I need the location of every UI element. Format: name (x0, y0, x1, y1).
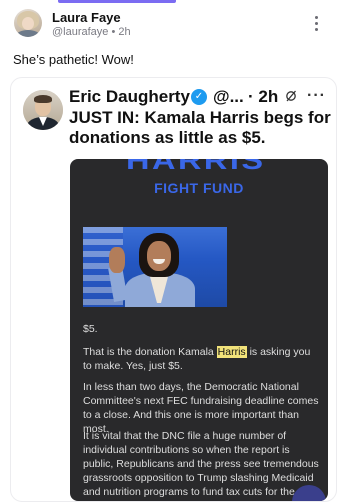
author-avatar[interactable] (14, 9, 42, 37)
embedded-author-handle: @... (213, 87, 244, 106)
embedded-author-name: Eric Daugherty (69, 87, 190, 106)
email-paragraph-3: It is vital that the DNC file a huge num… (83, 430, 319, 498)
kamala-harris-photo (83, 227, 227, 307)
email-paragraph-1: That is the donation Kamala Harris is as… (83, 345, 319, 373)
email-screenshot: HARRIS FIGHT FUND $5. That is the donati… (70, 159, 328, 501)
embedded-screenshot[interactable]: Eric Daugherty ✓ @... · 2h ··· JUST IN: … (10, 77, 337, 502)
email-amount: $5. (83, 323, 98, 335)
author-name[interactable]: Laura Faye (52, 10, 121, 25)
author-meta: @laurafaye • 2h (52, 26, 131, 38)
banner-title: FIGHT FUND (154, 180, 244, 196)
more-options-icon[interactable] (312, 16, 320, 34)
embedded-author-avatar (23, 90, 63, 130)
post-time: 2h (118, 26, 131, 38)
grok-icon (286, 90, 296, 102)
highlighted-name: Harris (216, 346, 247, 358)
active-tab-indicator (58, 0, 176, 3)
email-banner: HARRIS FIGHT FUND (70, 159, 328, 199)
embedded-more-icon: ··· (307, 87, 326, 104)
embedded-headline: JUST IN: Kamala Harris begs for donation… (69, 108, 331, 147)
post-text: She’s pathetic! Wow! (13, 52, 134, 67)
banner-partial-logo: HARRIS (126, 159, 266, 175)
author-handle[interactable]: @laurafaye (52, 26, 108, 38)
verified-badge-icon: ✓ (191, 89, 207, 105)
embedded-post-time: · 2h (248, 87, 279, 106)
p1-before: That is the donation Kamala (83, 346, 217, 358)
email-paragraph-2: In less than two days, the Democratic Na… (83, 381, 319, 435)
